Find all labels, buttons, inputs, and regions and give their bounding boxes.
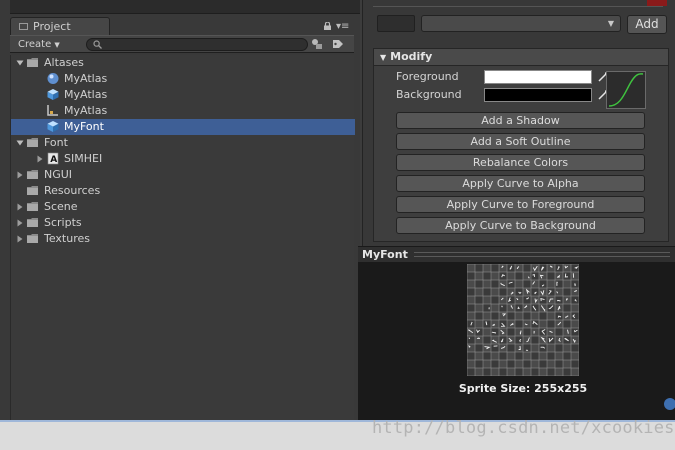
curve-graph-icon: [608, 73, 644, 107]
tree-item[interactable]: MyFont: [11, 119, 355, 135]
sprite-size-label: Sprite Size: 255x255: [458, 382, 588, 395]
project-panel: Project ▾≡ Create ▼ Altases MyAtlas MyAtla…: [0, 0, 360, 420]
folder-icon: [27, 202, 38, 211]
modify-section: Foreground Background Add a Shadow Add a …: [373, 66, 669, 242]
prefab-cube-icon: [47, 89, 59, 100]
modify-action-button[interactable]: Add a Shadow: [396, 112, 645, 129]
tab-project-label: Project: [33, 20, 71, 33]
expand-triangle-down-icon[interactable]: [16, 59, 24, 67]
add-button[interactable]: Add: [627, 15, 667, 34]
tree-item-label: MyFont: [64, 120, 104, 133]
expand-triangle-right-icon[interactable]: [16, 219, 24, 227]
filter-by-type-icon[interactable]: [310, 38, 324, 50]
modify-action-button[interactable]: Apply Curve to Background: [396, 217, 645, 234]
search-icon: [93, 40, 102, 49]
tree-item-label: Resources: [44, 184, 101, 197]
expand-triangle-down-icon[interactable]: [16, 139, 24, 147]
inspector-panel: ▼ Add ▼ Modify Foreground Background Add …: [362, 0, 675, 248]
foreground-label: Foreground: [396, 70, 459, 83]
tree-item[interactable]: MyAtlas: [11, 103, 355, 119]
chevron-down-icon: ▼: [54, 41, 60, 49]
tree-item[interactable]: Resources: [11, 183, 355, 199]
tree-item[interactable]: A SIMHEI: [11, 151, 355, 167]
triangle-down-icon: ▼: [380, 53, 387, 62]
tree-item-label: SIMHEI: [64, 152, 103, 165]
tree-item[interactable]: Altases: [11, 55, 355, 71]
prefab-cube-icon: [47, 121, 59, 132]
preview-panel: Sprite Size: 255x255: [358, 262, 675, 420]
expand-triangle-right-icon[interactable]: [16, 171, 24, 179]
project-tree: Altases MyAtlas MyAtlas MyAtlas MyFont Font A S…: [10, 55, 355, 420]
tree-item-label: MyAtlas: [64, 88, 108, 101]
font-atlas-image: [467, 264, 579, 376]
tree-item[interactable]: MyAtlas: [11, 71, 355, 87]
tree-item-label: Scripts: [44, 216, 82, 229]
folder-icon: [27, 186, 38, 195]
tree-item-label: NGUI: [44, 168, 73, 181]
project-window-icon: [19, 23, 28, 30]
tree-item-label: Font: [44, 136, 68, 149]
tree-item[interactable]: NGUI: [11, 167, 355, 183]
filter-by-label-icon[interactable]: [331, 38, 345, 50]
foreground-color-swatch[interactable]: [484, 70, 592, 84]
create-label: Create: [18, 39, 52, 50]
tree-item-label: MyAtlas: [64, 72, 108, 85]
modify-action-button[interactable]: Rebalance Colors: [396, 154, 645, 171]
curve-field[interactable]: [606, 71, 646, 109]
tree-item-label: MyAtlas: [64, 104, 108, 117]
preview-title: MyFont: [362, 248, 408, 261]
lock-icon[interactable]: [323, 22, 332, 30]
modify-section-header[interactable]: ▼ Modify: [373, 48, 669, 66]
size-field[interactable]: [377, 15, 415, 32]
texture-icon: [47, 105, 58, 116]
expand-triangle-right-icon[interactable]: [16, 203, 24, 211]
inspector-top-edge: [373, 0, 663, 7]
font-asset-icon: A: [47, 152, 59, 165]
create-dropdown[interactable]: Create ▼: [14, 38, 64, 51]
project-top-strip: [10, 0, 360, 14]
tree-item[interactable]: Textures: [11, 231, 355, 247]
tree-item[interactable]: Scripts: [11, 215, 355, 231]
search-input[interactable]: [86, 38, 308, 51]
modify-action-button[interactable]: Apply Curve to Alpha: [396, 175, 645, 192]
chevron-down-icon: ▼: [607, 19, 614, 28]
remove-indicator: [647, 0, 667, 6]
tree-item-label: Altases: [44, 56, 84, 69]
expand-triangle-right-icon[interactable]: [16, 235, 24, 243]
modify-action-button[interactable]: Add a Soft Outline: [396, 133, 645, 150]
tab-project[interactable]: Project: [10, 17, 110, 35]
panel-menu-icon[interactable]: ▾≡: [336, 22, 349, 32]
tree-item[interactable]: MyAtlas: [11, 87, 355, 103]
modify-title: Modify: [390, 50, 433, 63]
folder-icon: [27, 218, 38, 227]
tree-item-label: Scene: [44, 200, 78, 213]
material-sphere-icon: [47, 73, 59, 84]
watermark: http://blog.csdn.net/xcookies: [372, 418, 675, 438]
svg-text:A: A: [50, 155, 57, 165]
folder-icon: [27, 138, 38, 147]
preview-header[interactable]: MyFont: [358, 246, 675, 262]
symbol-dropdown[interactable]: ▼: [421, 15, 621, 32]
tree-item-label: Textures: [44, 232, 90, 245]
folder-icon: [27, 170, 38, 179]
folder-icon: [27, 58, 38, 67]
folder-icon: [27, 234, 38, 243]
expand-triangle-right-icon[interactable]: [36, 155, 44, 163]
modify-action-button[interactable]: Apply Curve to Foreground: [396, 196, 645, 213]
project-toolbar: Create ▼: [10, 35, 354, 53]
background-color-swatch[interactable]: [484, 88, 592, 102]
tree-item[interactable]: Font: [11, 135, 355, 151]
background-label: Background: [396, 88, 462, 101]
tree-item[interactable]: Scene: [11, 199, 355, 215]
drag-handle[interactable]: [414, 252, 670, 257]
info-badge-icon[interactable]: [664, 398, 675, 410]
